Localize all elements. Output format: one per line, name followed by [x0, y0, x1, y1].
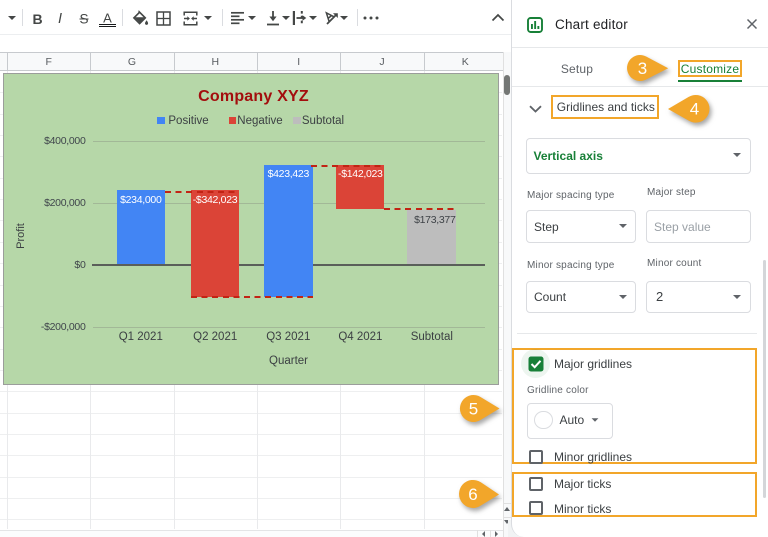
svg-text:4: 4 [689, 100, 698, 119]
svg-text:3: 3 [638, 59, 647, 78]
svg-text:6: 6 [468, 485, 477, 504]
svg-text:5: 5 [469, 400, 478, 419]
